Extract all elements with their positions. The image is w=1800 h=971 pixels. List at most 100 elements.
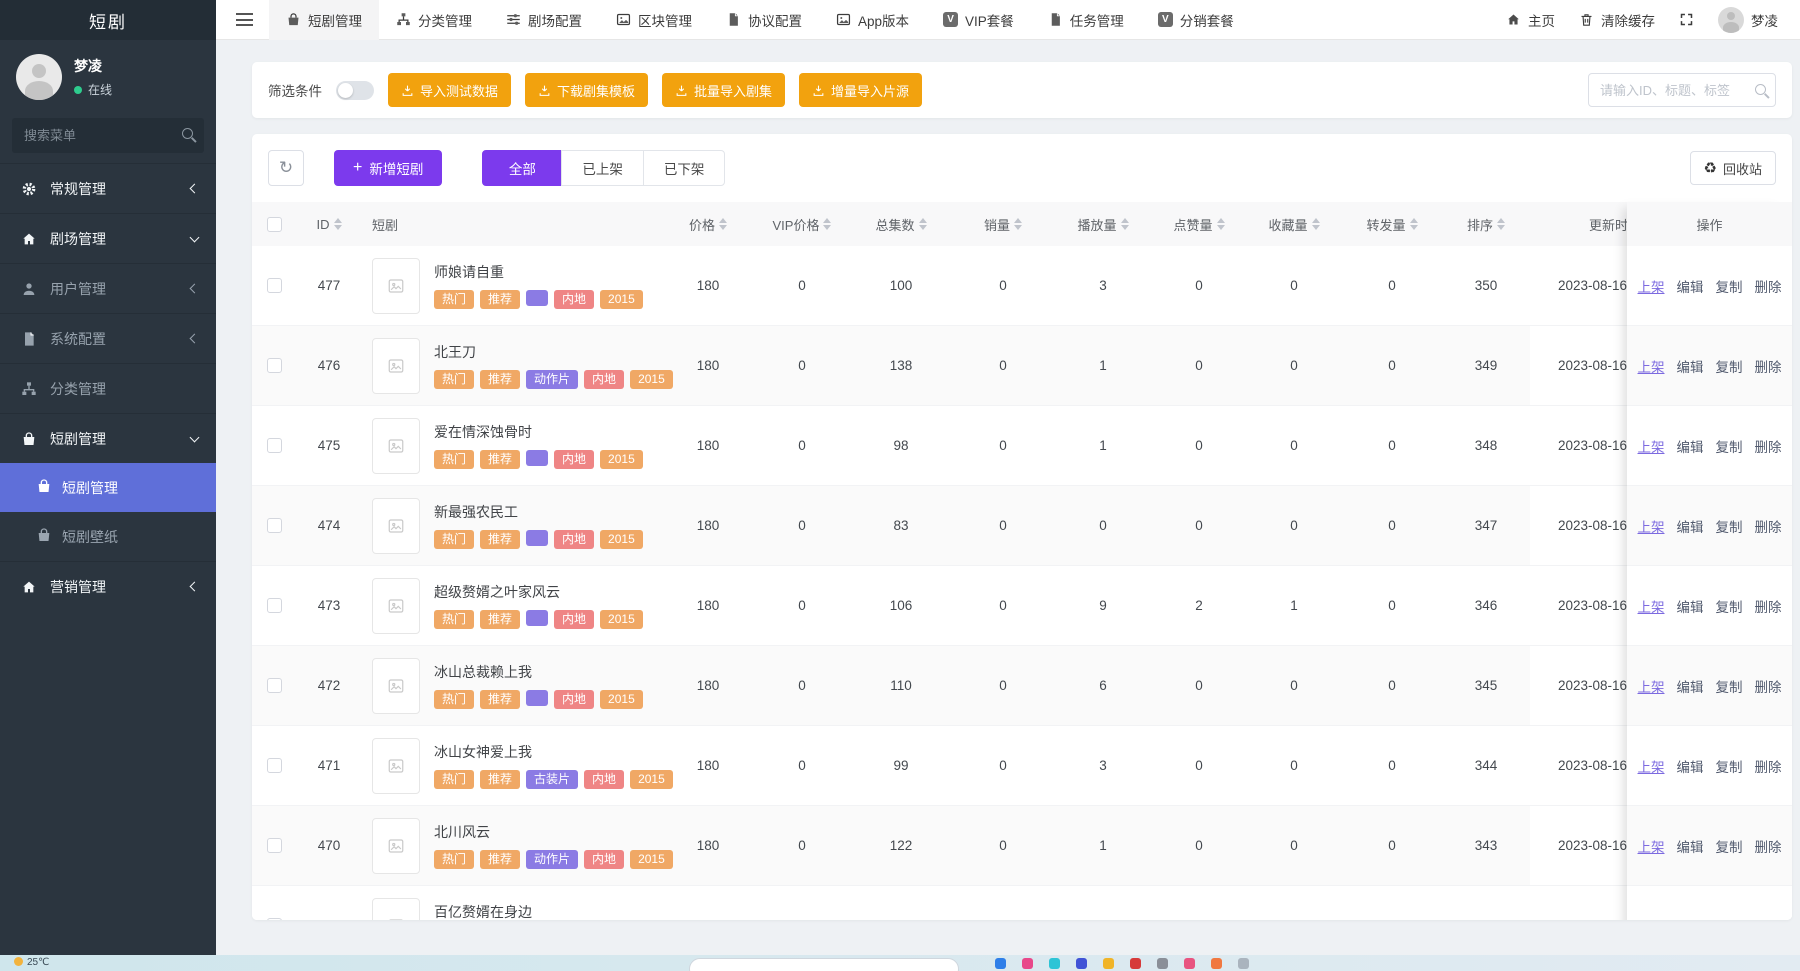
tab-category-management[interactable]: 分类管理 (379, 0, 489, 40)
recycle-bin-button[interactable]: ♻回收站 (1690, 151, 1776, 185)
filter-toggle[interactable] (336, 81, 374, 100)
action-publish-link[interactable]: 上架 (1638, 676, 1665, 696)
sort-icon[interactable] (919, 218, 927, 230)
import-test-data-button[interactable]: 导入测试数据 (388, 73, 511, 107)
select-all-checkbox[interactable] (267, 217, 282, 232)
action-copy-link[interactable]: 复制 (1716, 356, 1743, 376)
action-publish-link[interactable]: 上架 (1638, 516, 1665, 536)
sort-icon[interactable] (719, 218, 727, 230)
tab-app-version[interactable]: App版本 (819, 0, 926, 40)
taskbar-app-icon[interactable] (1103, 958, 1114, 969)
action-copy-link[interactable]: 复制 (1716, 516, 1743, 536)
action-delete-link[interactable]: 删除 (1755, 836, 1782, 856)
tab-published[interactable]: 已上架 (561, 150, 644, 186)
taskbar-search-box[interactable] (689, 958, 959, 971)
sidebar-item-dramas[interactable]: 短剧管理 (0, 413, 216, 463)
row-checkbox[interactable] (267, 598, 282, 613)
refresh-button[interactable]: ↻ (268, 150, 304, 186)
action-edit-link[interactable]: 编辑 (1677, 836, 1704, 856)
action-publish-link[interactable]: 上架 (1638, 436, 1665, 456)
action-copy-link[interactable]: 复制 (1716, 916, 1743, 921)
weather-widget[interactable]: 25℃ (14, 955, 49, 968)
home-link[interactable]: 主页 (1506, 10, 1555, 30)
action-edit-link[interactable]: 编辑 (1677, 356, 1704, 376)
tab-agreement-config[interactable]: 协议配置 (709, 0, 819, 40)
sidebar-item-system-config[interactable]: 系统配置 (0, 313, 216, 363)
taskbar-app-icon[interactable] (1184, 958, 1195, 969)
sort-icon[interactable] (823, 218, 831, 230)
sidebar-item-theater[interactable]: 剧场管理 (0, 213, 216, 263)
action-delete-link[interactable]: 删除 (1755, 596, 1782, 616)
action-delete-link[interactable]: 删除 (1755, 756, 1782, 776)
row-checkbox[interactable] (267, 518, 282, 533)
tab-theater-config[interactable]: 剧场配置 (489, 0, 599, 40)
sort-icon[interactable] (334, 218, 342, 230)
menu-toggle-icon[interactable] (236, 13, 253, 26)
sort-icon[interactable] (1217, 218, 1225, 230)
row-checkbox[interactable] (267, 918, 282, 920)
action-edit-link[interactable]: 编辑 (1677, 916, 1704, 921)
action-delete-link[interactable]: 删除 (1755, 916, 1782, 921)
taskbar-app-icon[interactable] (995, 958, 1006, 969)
action-publish-link[interactable]: 上架 (1638, 356, 1665, 376)
action-copy-link[interactable]: 复制 (1716, 836, 1743, 856)
download-episode-template-button[interactable]: 下载剧集模板 (525, 73, 648, 107)
tab-task-management[interactable]: 任务管理 (1031, 0, 1141, 40)
tab-drama-management[interactable]: 短剧管理 (269, 0, 379, 40)
action-publish-link[interactable]: 上架 (1638, 836, 1665, 856)
tab-unpublished[interactable]: 已下架 (643, 150, 726, 186)
sort-icon[interactable] (1312, 218, 1320, 230)
sidebar-item-categories[interactable]: 分类管理 (0, 363, 216, 413)
action-edit-link[interactable]: 编辑 (1677, 596, 1704, 616)
action-publish-link[interactable]: 上架 (1638, 756, 1665, 776)
tab-vip-package[interactable]: VVIP套餐 (926, 0, 1031, 40)
taskbar-app-icon[interactable] (1049, 958, 1060, 969)
tab-all[interactable]: 全部 (482, 150, 562, 186)
sort-icon[interactable] (1014, 218, 1022, 230)
action-delete-link[interactable]: 删除 (1755, 356, 1782, 376)
taskbar-app-icon[interactable] (1022, 958, 1033, 969)
action-edit-link[interactable]: 编辑 (1677, 756, 1704, 776)
row-checkbox[interactable] (267, 758, 282, 773)
sidebar-subitem-drama-wallpaper[interactable]: 短剧壁纸 (0, 512, 216, 561)
action-publish-link[interactable]: 上架 (1638, 276, 1665, 296)
action-copy-link[interactable]: 复制 (1716, 756, 1743, 776)
action-delete-link[interactable]: 删除 (1755, 676, 1782, 696)
tab-distribution-package[interactable]: V分销套餐 (1141, 0, 1251, 40)
taskbar-app-icon[interactable] (1076, 958, 1087, 969)
taskbar-app-icon[interactable] (1157, 958, 1168, 969)
clear-cache-link[interactable]: 清除缓存 (1579, 10, 1655, 30)
add-drama-button[interactable]: +新增短剧 (334, 150, 442, 186)
tab-block-management[interactable]: 区块管理 (599, 0, 709, 40)
action-delete-link[interactable]: 删除 (1755, 436, 1782, 456)
taskbar-app-icon[interactable] (1238, 958, 1249, 969)
incremental-import-source-button[interactable]: 增量导入片源 (799, 73, 922, 107)
drama-search-input[interactable] (1588, 73, 1776, 107)
batch-import-episodes-button[interactable]: 批量导入剧集 (662, 73, 785, 107)
action-delete-link[interactable]: 删除 (1755, 516, 1782, 536)
menu-search-input[interactable] (12, 118, 204, 153)
row-checkbox[interactable] (267, 278, 282, 293)
action-copy-link[interactable]: 复制 (1716, 676, 1743, 696)
action-publish-link[interactable]: 上架 (1638, 596, 1665, 616)
action-edit-link[interactable]: 编辑 (1677, 276, 1704, 296)
sort-icon[interactable] (1410, 218, 1418, 230)
taskbar-app-icon[interactable] (1211, 958, 1222, 969)
sidebar-item-marketing[interactable]: 营销管理 (0, 561, 216, 611)
action-edit-link[interactable]: 编辑 (1677, 436, 1704, 456)
action-copy-link[interactable]: 复制 (1716, 276, 1743, 296)
sidebar-item-general[interactable]: 常规管理 (0, 163, 216, 213)
user-menu[interactable]: 梦凌 (1718, 7, 1778, 33)
action-publish-link[interactable]: 上架 (1638, 916, 1665, 921)
row-checkbox[interactable] (267, 838, 282, 853)
taskbar-app-icon[interactable] (1130, 958, 1141, 969)
action-delete-link[interactable]: 删除 (1755, 276, 1782, 296)
action-copy-link[interactable]: 复制 (1716, 436, 1743, 456)
row-checkbox[interactable] (267, 438, 282, 453)
row-checkbox[interactable] (267, 358, 282, 373)
sidebar-item-users[interactable]: 用户管理 (0, 263, 216, 313)
action-edit-link[interactable]: 编辑 (1677, 516, 1704, 536)
sort-icon[interactable] (1497, 218, 1505, 230)
action-edit-link[interactable]: 编辑 (1677, 676, 1704, 696)
sort-icon[interactable] (1121, 218, 1129, 230)
